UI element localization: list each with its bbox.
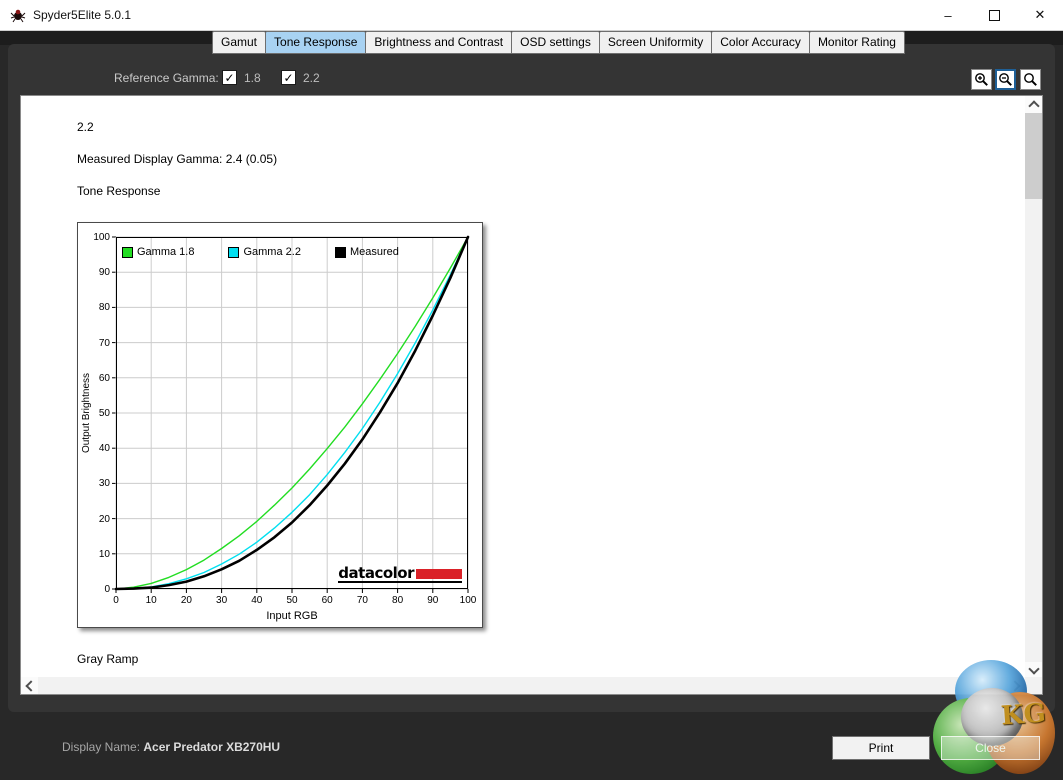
- legend-label: Gamma 2.2: [243, 246, 301, 258]
- legend-entry: Gamma 2.2: [228, 246, 301, 258]
- x-tick-label: 100: [459, 595, 477, 606]
- reference-gamma-label: Reference Gamma:: [114, 71, 219, 85]
- y-tick-label: 0: [104, 584, 110, 595]
- maximize-icon: [988, 9, 1000, 21]
- check-icon: ✓: [224, 71, 235, 85]
- close-window-button[interactable]: ✕: [1017, 0, 1063, 30]
- close-button-label: Close: [975, 741, 1006, 755]
- x-axis-title: Input RGB: [266, 610, 318, 622]
- print-button-label: Print: [868, 741, 894, 755]
- x-tick-label: 70: [356, 595, 368, 606]
- app-window: Spyder5Elite 5.0.1 – ✕ Gamut Tone Respons…: [0, 0, 1063, 780]
- y-tick-label: 60: [98, 372, 110, 384]
- tab-gamut[interactable]: Gamut: [212, 31, 267, 54]
- x-tick-label: 10: [145, 595, 157, 606]
- tab-brightness-and-contrast[interactable]: Brightness and Contrast: [365, 31, 513, 54]
- scroll-right-button[interactable]: [1008, 677, 1025, 694]
- report-page: 2.2 Measured Display Gamma: 2.4 (0.05) T…: [20, 95, 1043, 695]
- maximize-button[interactable]: [971, 0, 1017, 30]
- tone-response-chart: Gamma 1.8 Gamma 2.2 Measured Input RGB Out…: [77, 222, 483, 628]
- plot-area: [112, 235, 470, 593]
- close-button[interactable]: Close: [941, 736, 1040, 760]
- scrollbar-corner: [1025, 677, 1042, 694]
- window-title: Spyder5Elite 5.0.1: [33, 8, 132, 22]
- legend-label: Measured: [349, 246, 399, 258]
- chevron-right-icon: [1009, 679, 1021, 692]
- gamma-1.8-checkbox[interactable]: ✓: [222, 70, 237, 85]
- tab-color-accuracy[interactable]: Color Accuracy: [711, 31, 810, 54]
- x-tick-label: 0: [113, 595, 119, 606]
- tab-screen-uniformity[interactable]: Screen Uniformity: [598, 31, 713, 54]
- datacolor-logo: datacolor: [338, 564, 462, 583]
- next-section-title: Gray Ramp: [77, 652, 139, 666]
- zoom-actual-size-button[interactable]: [1020, 69, 1041, 90]
- y-tick-label: 30: [98, 478, 110, 490]
- chevron-up-icon: [1027, 100, 1040, 112]
- legend-label: Gamma 1.8: [137, 246, 195, 258]
- y-tick-label: 40: [98, 443, 110, 455]
- vertical-scrollbar-thumb[interactable]: [1025, 113, 1042, 199]
- y-tick-label: 50: [98, 408, 110, 419]
- horizontal-scrollbar[interactable]: [21, 677, 1025, 694]
- x-tick-label: 80: [392, 595, 404, 606]
- chart-legend: Gamma 1.8 Gamma 2.2 Measured: [122, 246, 399, 258]
- check-icon: ✓: [283, 71, 294, 85]
- x-tick-label: 90: [427, 595, 439, 606]
- x-tick-label: 60: [321, 595, 333, 606]
- zoom-in-icon: [975, 73, 988, 86]
- y-tick-label: 70: [98, 337, 110, 349]
- scroll-up-button[interactable]: [1025, 96, 1042, 113]
- gamma-2.2-checkbox-label: 2.2: [303, 71, 320, 85]
- x-tick-label: 50: [286, 595, 298, 606]
- legend-swatch: [122, 246, 133, 258]
- y-tick-label: 20: [98, 513, 110, 525]
- y-tick-label: 100: [93, 232, 110, 243]
- y-tick-label: 10: [98, 548, 110, 560]
- selected-gamma-value: 2.2: [77, 120, 94, 134]
- datacolor-wordmark: datacolor: [338, 564, 414, 582]
- minimize-icon: –: [944, 7, 952, 23]
- x-tick-label: 40: [251, 595, 263, 606]
- datacolor-red-bar: [416, 569, 462, 579]
- display-name-value: Acer Predator XB270HU: [143, 740, 281, 754]
- legend-swatch: [228, 246, 240, 258]
- chevron-left-icon: [25, 679, 37, 692]
- tab-bar: Gamut Tone Response Brightness and Contras…: [212, 31, 905, 54]
- minimize-button[interactable]: –: [925, 0, 971, 30]
- legend-entry: Gamma 1.8: [122, 246, 194, 258]
- chevron-down-icon: [1027, 663, 1040, 675]
- magnifier-icon: [1024, 73, 1037, 86]
- display-name: Display Name: Acer Predator XB270HU: [62, 740, 280, 754]
- tab-osd-settings[interactable]: OSD settings: [511, 31, 600, 54]
- window-controls: – ✕: [925, 0, 1063, 30]
- spyder-app-icon: [10, 7, 26, 23]
- legend-swatch: [334, 246, 346, 258]
- tab-monitor-rating[interactable]: Monitor Rating: [808, 31, 905, 54]
- x-tick-label: 20: [180, 595, 192, 606]
- print-button[interactable]: Print: [832, 736, 930, 760]
- gamma-2.2-checkbox[interactable]: ✓: [281, 70, 296, 85]
- y-tick-label: 80: [98, 302, 110, 314]
- display-name-label: Display Name:: [62, 740, 141, 754]
- vertical-scrollbar[interactable]: [1025, 96, 1042, 679]
- x-tick-label: 30: [216, 595, 228, 606]
- section-title: Tone Response: [77, 184, 161, 198]
- measured-gamma-text: Measured Display Gamma: 2.4 (0.05): [77, 152, 278, 166]
- tab-tone-response[interactable]: Tone Response: [265, 31, 367, 54]
- close-icon: ✕: [1034, 7, 1046, 22]
- zoom-out-button[interactable]: [995, 69, 1016, 90]
- zoom-in-button[interactable]: [971, 69, 992, 90]
- y-tick-label: 90: [98, 267, 110, 279]
- zoom-out-icon: [999, 73, 1012, 86]
- gamma-1.8-checkbox-label: 1.8: [244, 71, 261, 85]
- legend-entry: Measured: [334, 246, 399, 258]
- scroll-left-button[interactable]: [21, 677, 38, 694]
- title-bar: Spyder5Elite 5.0.1 – ✕: [0, 0, 1063, 31]
